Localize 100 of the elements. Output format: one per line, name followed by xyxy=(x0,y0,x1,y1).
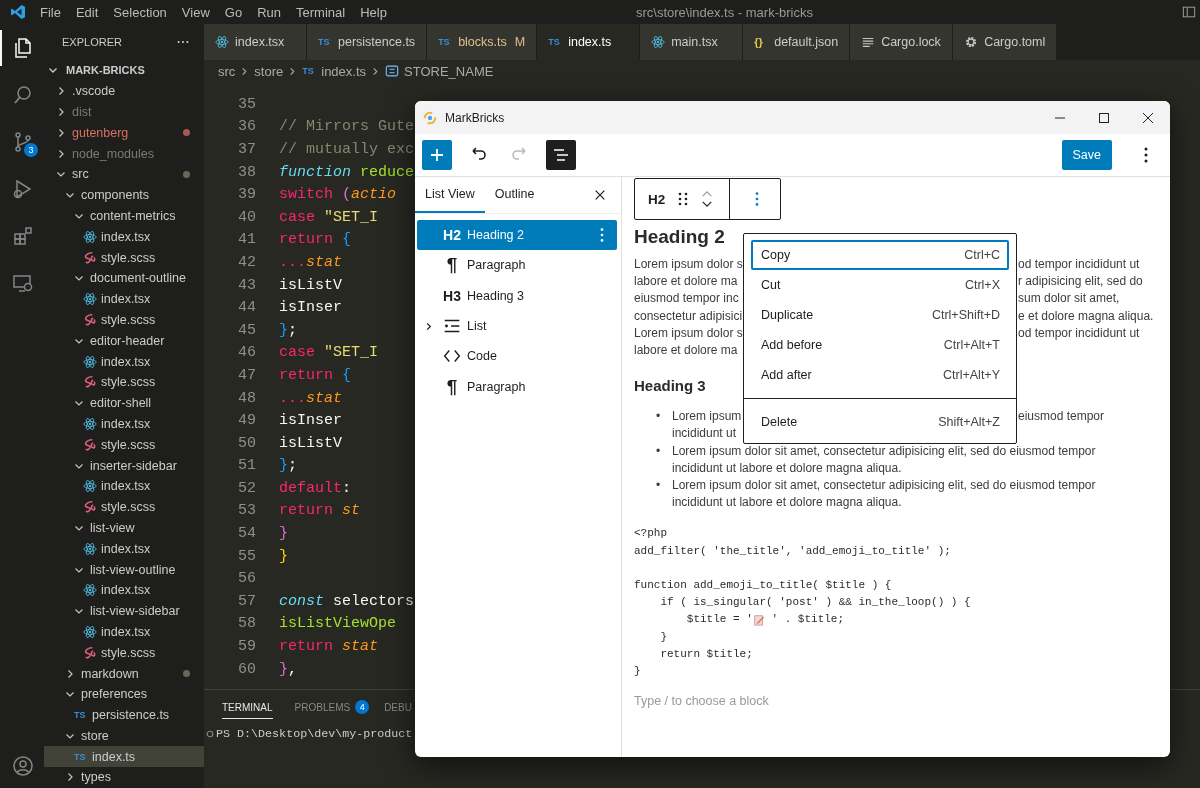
explorer-item[interactable]: list-view-outline xyxy=(44,559,204,580)
explorer-item[interactable]: store xyxy=(44,725,204,747)
breadcrumb-item[interactable]: src xyxy=(218,63,236,79)
block-item[interactable]: Code xyxy=(417,341,617,372)
menu-item[interactable]: Go xyxy=(224,4,243,20)
menu-item[interactable]: Delete Shift+Alt+Z xyxy=(751,407,1009,437)
block-item[interactable]: H2 Heading 2 xyxy=(417,220,617,251)
circle-icon xyxy=(206,730,214,738)
panel-tab[interactable]: Outline xyxy=(484,177,545,213)
editor-tab[interactable]: {} default.json xyxy=(743,24,851,60)
add-block-button[interactable] xyxy=(422,140,452,170)
chevron-icon xyxy=(65,772,75,783)
explorer-item[interactable]: list-view xyxy=(44,517,204,539)
list-item-text: Lorem ipsum xyxy=(672,408,742,426)
explorer-item[interactable]: style.scss xyxy=(44,247,204,268)
explorer-item[interactable]: index.tsx xyxy=(44,288,204,310)
breadcrumb-item[interactable]: store xyxy=(254,63,284,79)
line-number: 56 xyxy=(237,570,256,588)
code-line: }; xyxy=(279,321,298,339)
explorer-item[interactable]: editor-header xyxy=(44,330,204,352)
explorer-item[interactable]: style.scss xyxy=(44,309,204,331)
explorer-item[interactable]: style.scss xyxy=(44,496,204,518)
menu-item[interactable]: Terminal xyxy=(296,4,346,20)
explorer-item[interactable]: index.tsx xyxy=(44,351,204,372)
explorer-item[interactable]: inserter-sidebar xyxy=(44,455,204,476)
block-item[interactable]: ¶ Paragraph xyxy=(417,371,617,402)
explorer-item[interactable]: src xyxy=(44,164,204,185)
menu-item[interactable]: Run xyxy=(257,4,281,20)
menu-item[interactable]: Copy Ctrl+C xyxy=(751,240,1009,270)
atom-icon xyxy=(651,35,666,49)
menu-item[interactable]: Add after Ctrl+Alt+Y xyxy=(751,360,1009,390)
explorer-item[interactable]: content-metrics xyxy=(44,205,204,227)
editor-tab[interactable]: Cargo.toml xyxy=(953,24,1058,60)
explorer-item[interactable]: .vscode xyxy=(44,80,204,102)
code-line: } xyxy=(279,547,288,565)
editor-tab[interactable]: TS index.ts xyxy=(537,24,641,60)
explorer-item[interactable]: index.tsx xyxy=(44,621,204,643)
explorer-item[interactable]: index.tsx xyxy=(44,579,204,601)
panel-tab[interactable]: List View xyxy=(415,177,485,213)
menu-item[interactable]: Help xyxy=(360,4,387,20)
close-icon[interactable] xyxy=(1142,111,1154,124)
code-line: return $title; xyxy=(659,646,753,662)
activity-button[interactable]: 3 xyxy=(0,124,44,160)
explorer-item[interactable]: node_modules xyxy=(44,143,204,164)
code-line: function reduce xyxy=(279,163,415,181)
save-button[interactable]: Save xyxy=(1061,140,1112,170)
paragraph-icon: ¶ xyxy=(446,375,458,398)
block-item[interactable]: H3 Heading 3 xyxy=(417,280,617,311)
explorer-item[interactable]: style.scss xyxy=(44,434,204,456)
explorer-item[interactable]: gutenberg xyxy=(44,122,204,144)
editor-tab[interactable]: index.tsx xyxy=(204,24,307,60)
explorer-item[interactable]: document-outline xyxy=(44,267,204,289)
block-type-label[interactable]: H2 xyxy=(648,191,666,207)
explorer-item[interactable]: preferences xyxy=(44,683,204,705)
explorer-item[interactable]: index.tsx xyxy=(44,475,204,497)
panel-tab[interactable]: PROBLEMS 4 xyxy=(294,696,370,719)
section-header[interactable]: MARK-BRICKS xyxy=(44,60,204,81)
breadcrumb-item[interactable]: index.ts xyxy=(321,63,367,79)
line-number: 55 xyxy=(237,547,256,565)
explorer-item[interactable]: TS persistence.ts xyxy=(44,704,204,726)
menu-item[interactable]: Duplicate Ctrl+Shift+D xyxy=(751,300,1009,330)
explorer-item[interactable]: index.tsx xyxy=(44,538,204,560)
layout-icon[interactable] xyxy=(1182,5,1196,19)
editor-tab[interactable]: TS persistence.ts xyxy=(307,24,428,60)
block-item[interactable]: List xyxy=(417,310,617,342)
maximize-icon[interactable] xyxy=(1098,111,1110,124)
count-badge: 3 xyxy=(24,143,38,157)
menu-item[interactable]: Cut Ctrl+X xyxy=(751,270,1009,300)
editor-tab[interactable]: Cargo.lock xyxy=(850,24,954,60)
explorer-item[interactable]: components xyxy=(44,184,204,206)
close-icon[interactable] xyxy=(593,188,607,202)
block-item[interactable]: ¶ Paragraph xyxy=(417,250,617,281)
menu-item[interactable]: View xyxy=(181,4,210,20)
explorer-item[interactable]: style.scss xyxy=(44,371,204,393)
editor-tab[interactable]: TS blocks.ts M xyxy=(427,24,538,60)
explorer-item[interactable]: markdown xyxy=(44,663,204,684)
menu-item[interactable]: Add before Ctrl+Alt+T xyxy=(751,330,1009,360)
editor-tab[interactable]: main.tsx xyxy=(640,24,744,60)
explorer-item[interactable]: list-view-sidebar xyxy=(44,600,204,622)
list-view-toggle[interactable] xyxy=(546,140,576,170)
menu-item[interactable]: Edit xyxy=(75,4,99,20)
shortcut-text: Ctrl+C xyxy=(964,248,1000,262)
explorer-item[interactable]: index.tsx xyxy=(44,413,204,435)
explorer-item[interactable]: style.scss xyxy=(44,642,204,664)
breadcrumb-item[interactable]: STORE_NAME xyxy=(404,63,494,79)
drag-handle-icon[interactable] xyxy=(677,190,690,208)
panel-tab[interactable]: TERMINAL xyxy=(222,696,273,719)
shortcut-text: Ctrl+Alt+T xyxy=(943,338,1000,352)
menu-item[interactable]: Selection xyxy=(113,4,167,20)
explorer-item[interactable]: editor-shell xyxy=(44,392,204,414)
explorer-item[interactable]: TS index.ts xyxy=(44,746,204,768)
menu-item[interactable]: File xyxy=(40,4,61,20)
explorer-item[interactable]: dist xyxy=(44,101,204,123)
account-icon xyxy=(11,754,35,778)
app-logo-icon xyxy=(10,4,26,20)
explorer-item[interactable]: index.tsx xyxy=(44,226,204,248)
panel-tab[interactable]: DEBU xyxy=(384,696,412,719)
explorer-item[interactable]: types xyxy=(44,767,204,788)
move-down-icon[interactable] xyxy=(701,201,714,208)
code-line: ...stat xyxy=(279,389,343,407)
